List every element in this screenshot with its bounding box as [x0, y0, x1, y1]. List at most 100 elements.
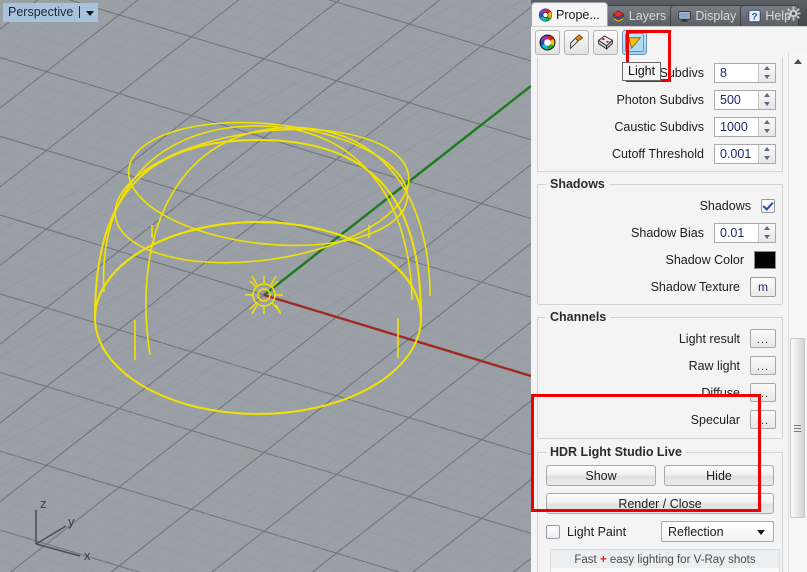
row-light-result: Light result ... — [538, 325, 782, 352]
hdrlightstudio-logo: hdrlightstudio — [551, 568, 779, 572]
light-paint-mode-dropdown[interactable]: Reflection — [661, 521, 774, 542]
panel-titlebar: Prope... Layers Display ? Help — [531, 0, 807, 26]
marker-icon — [570, 33, 584, 49]
light-paint-checkbox[interactable] — [546, 524, 560, 539]
light-result-browse-button[interactable]: ... — [750, 329, 776, 348]
spinner-up-icon[interactable] — [759, 118, 775, 127]
row-photon-subdivs-label: Photon Subdivs — [616, 92, 704, 107]
row-shadow-texture: Shadow Texture m — [538, 273, 782, 300]
raw-light-browse-button[interactable]: ... — [750, 356, 776, 375]
caustic-subdivs-value[interactable]: 1000 — [715, 117, 758, 136]
axis-label-y: y — [68, 514, 75, 529]
properties-form: Subdivs 8 Photon Subdivs 500 Caustic Sub… — [531, 57, 789, 572]
subdivs-value[interactable]: 8 — [715, 63, 758, 82]
color-wheel-icon — [539, 34, 556, 50]
subdivs-arrows[interactable] — [758, 63, 775, 82]
panel-scrollbar[interactable] — [788, 53, 807, 572]
row-photon-subdivs: Photon Subdivs 500 — [538, 86, 782, 113]
row-specular: Specular ... — [538, 406, 782, 433]
photon-subdivs-spinner[interactable]: 500 — [714, 89, 776, 110]
promo-tagline-b: easy lighting for V-Ray shots — [606, 554, 756, 566]
hdr-promo-banner: Fast + easy lighting for V-Ray shots hdr… — [550, 549, 780, 572]
spinner-up-icon[interactable] — [759, 91, 775, 100]
channels-group: Channels Light result ... Raw light ... … — [537, 310, 783, 439]
scrollbar-thumb[interactable] — [790, 338, 805, 518]
photon-subdivs-value[interactable]: 500 — [715, 90, 758, 109]
spinner-up-icon[interactable] — [759, 145, 775, 154]
shadow-color-swatch[interactable] — [754, 250, 776, 269]
spinner-down-icon[interactable] — [759, 73, 775, 82]
row-shadow-bias: Shadow Bias 0.01 — [538, 219, 782, 246]
shadow-bias-arrows[interactable] — [758, 223, 775, 242]
perspective-viewport[interactable]: Perspective z y x — [0, 0, 531, 572]
chevron-down-icon — [757, 530, 765, 535]
light-tooltip: Light — [622, 62, 662, 81]
viewport-title-dropdown[interactable]: Perspective — [3, 3, 99, 22]
tab-display-label: Display — [695, 9, 737, 23]
tab-properties[interactable]: Prope... — [531, 2, 608, 26]
tab-display[interactable]: Display — [670, 5, 745, 26]
viewport-title-label: Perspective — [8, 5, 74, 19]
hdr-light-paint-row: Light Paint Reflection — [538, 514, 782, 544]
scrollbar-grip-icon — [794, 424, 801, 432]
subdivs-spinner[interactable]: 8 — [714, 62, 776, 83]
hide-button[interactable]: Hide — [664, 465, 774, 486]
row-diffuse: Diffuse ... — [538, 379, 782, 406]
show-button[interactable]: Show — [546, 465, 656, 486]
scene-geometry — [94, 85, 531, 415]
hdr-group-legend: HDR Light Studio Live — [546, 445, 686, 459]
properties-panel: Prope... Layers Display ? Help Subdivs 8… — [531, 0, 807, 572]
row-cutoff-threshold: Cutoff Threshold 0.001 — [538, 140, 782, 167]
color-wheel-icon — [538, 7, 553, 22]
row-shadows: Shadows — [538, 192, 782, 219]
render-close-button[interactable]: Render / Close — [546, 493, 774, 514]
chevron-down-icon[interactable] — [86, 10, 95, 16]
spinner-down-icon[interactable] — [759, 100, 775, 109]
scroll-up-button[interactable] — [789, 53, 807, 70]
spinner-up-icon[interactable] — [759, 64, 775, 73]
shadows-checkbox[interactable] — [761, 198, 775, 213]
shadows-group-legend: Shadows — [546, 177, 609, 191]
row-raw-light: Raw light ... — [538, 352, 782, 379]
hdr-light-studio-group: HDR Light Studio Live Show Hide Render /… — [537, 445, 783, 572]
caustic-subdivs-arrows[interactable] — [758, 117, 775, 136]
cutoff-threshold-arrows[interactable] — [758, 144, 775, 163]
dome-light-top-rings — [114, 121, 410, 360]
light-paint-mode-value: Reflection — [668, 524, 724, 539]
row-caustic-subdivs-label: Caustic Subdivs — [614, 119, 704, 134]
spinner-down-icon[interactable] — [759, 127, 775, 136]
light-tool-button[interactable] — [622, 29, 647, 55]
panel-tabs: Prope... Layers Display ? Help — [531, 2, 800, 26]
spinner-down-icon[interactable] — [759, 233, 775, 242]
photon-subdivs-arrows[interactable] — [758, 90, 775, 109]
spinner-up-icon[interactable] — [759, 224, 775, 233]
axis-label-x: x — [84, 548, 91, 562]
diffuse-browse-button[interactable]: ... — [750, 383, 776, 402]
caustic-subdivs-spinner[interactable]: 1000 — [714, 116, 776, 137]
material-tool-button[interactable] — [593, 29, 618, 55]
material-icon — [597, 35, 614, 50]
panel-body: Subdivs 8 Photon Subdivs 500 Caustic Sub… — [531, 26, 807, 572]
row-shadow-texture-label: Shadow Texture — [650, 279, 740, 294]
triangle-up-icon — [794, 59, 802, 64]
shadow-texture-map-button[interactable]: m — [750, 276, 776, 297]
specular-browse-button[interactable]: ... — [750, 410, 776, 429]
row-shadow-bias-label: Shadow Bias — [631, 225, 704, 240]
cutoff-threshold-value[interactable]: 0.001 — [715, 144, 758, 163]
light-icon — [625, 32, 644, 52]
application-window: Perspective z y x Prope... Layers Displa… — [0, 0, 807, 572]
cutoff-threshold-spinner[interactable]: 0.001 — [714, 143, 776, 164]
row-diffuse-label: Diffuse — [701, 385, 740, 400]
hdr-show-hide-row: Show Hide — [538, 462, 782, 486]
spinner-down-icon[interactable] — [759, 154, 775, 163]
shadow-bias-value[interactable]: 0.01 — [715, 223, 758, 242]
shadow-bias-spinner[interactable]: 0.01 — [714, 222, 776, 243]
marker-tool-button[interactable] — [564, 29, 589, 55]
gear-icon[interactable] — [786, 6, 801, 21]
dome-light-wireframe — [94, 125, 431, 415]
promo-plus: + — [599, 554, 607, 566]
color-tool-button[interactable] — [535, 29, 560, 55]
axis-label-z: z — [40, 496, 47, 511]
tab-layers[interactable]: Layers — [603, 5, 675, 26]
row-light-result-label: Light result — [678, 331, 740, 346]
